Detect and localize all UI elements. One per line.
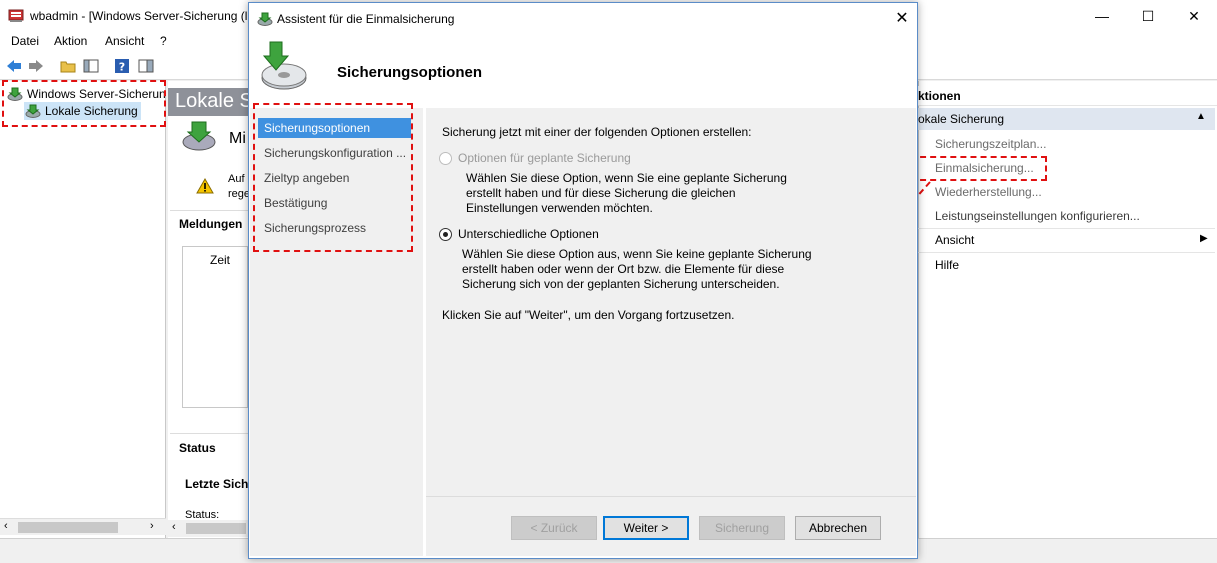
menu-help[interactable]: ?: [160, 34, 167, 48]
messages-list[interactable]: [182, 246, 248, 408]
show-tree-icon[interactable]: [82, 57, 100, 75]
action-wiederherstellung[interactable]: Wiederherstellung...: [918, 180, 1215, 204]
menu-datei[interactable]: Datei: [11, 34, 39, 48]
back-button[interactable]: < Zurück: [511, 516, 597, 540]
scroll-thumb[interactable]: [186, 523, 246, 534]
scroll-left-icon[interactable]: ‹: [172, 521, 176, 533]
action-hilfe[interactable]: Hilfe: [918, 253, 1215, 277]
option-different-label[interactable]: Unterschiedliche Optionen: [458, 226, 599, 242]
option-scheduled-desc-3: Einstellungen verwenden möchten.: [466, 201, 653, 215]
action-divider: [918, 228, 1215, 229]
backup-drive-icon: [256, 40, 310, 94]
svg-text:?: ?: [119, 61, 125, 74]
time-column-header[interactable]: Zeit: [210, 253, 230, 267]
collapse-icon[interactable]: ▲: [1196, 111, 1206, 122]
backup-large-icon: [181, 120, 217, 155]
back-arrow-icon[interactable]: [5, 57, 23, 75]
highlight-wizard-nav: [253, 103, 413, 252]
backup-button[interactable]: Sicherung: [699, 516, 785, 540]
close-button[interactable]: ✕: [1171, 0, 1217, 32]
continue-hint: Klicken Sie auf "Weiter", um den Vorgang…: [442, 308, 735, 322]
option-scheduled-desc-1: Wählen Sie diese Option, wenn Sie eine g…: [466, 171, 787, 185]
scroll-left-icon[interactable]: ‹: [4, 520, 8, 532]
main-window-title: wbadmin - [Windows Server-Sicherung (l: [30, 9, 248, 23]
warning-text-1: Auf: [228, 173, 245, 185]
actions-header: ktionen: [918, 86, 1217, 106]
action-label: Leistungseinstellungen konfigurieren...: [935, 209, 1140, 223]
dialog-heading: Sicherungsoptionen: [337, 64, 483, 81]
submenu-arrow-icon: ▶: [1200, 233, 1208, 244]
center-horizontal-scrollbar[interactable]: ‹: [168, 520, 248, 537]
warning-text-2: rege: [228, 188, 251, 200]
menu-aktion[interactable]: Aktion: [54, 34, 87, 48]
center-mi-label: Mi: [229, 130, 246, 147]
last-backup-label: Letzte Sich: [185, 477, 249, 491]
minimize-button[interactable]: —: [1079, 0, 1125, 32]
action-label: Sicherungszeitplan...: [935, 137, 1047, 151]
action-label: Hilfe: [935, 258, 960, 272]
status-label: Status: [179, 441, 216, 455]
help-icon[interactable]: ?: [113, 57, 131, 75]
dialog-close-icon[interactable]: ✕: [884, 5, 920, 31]
option-different-desc-3: Sicherung sich von der geplanten Sicheru…: [462, 277, 780, 291]
menu-ansicht[interactable]: Ansicht: [105, 34, 144, 48]
highlight-tree: [2, 80, 166, 127]
tree-horizontal-scrollbar[interactable]: ‹ ›: [0, 518, 166, 535]
next-button[interactable]: Weiter >: [603, 516, 689, 540]
action-divider: [918, 252, 1215, 253]
option-scheduled-desc-2: erstellt haben und für diese Sicherung d…: [466, 186, 736, 200]
option-scheduled-radio[interactable]: [439, 152, 452, 165]
action-pane-icon[interactable]: [137, 57, 155, 75]
warning-icon: [196, 177, 214, 197]
option-scheduled-label[interactable]: Optionen für geplante Sicherung: [458, 150, 631, 166]
dialog-title: Assistent für die Einmalsicherung: [277, 12, 455, 26]
messages-label: Meldungen: [179, 217, 243, 231]
action-label: Wiederherstellung...: [935, 185, 1042, 199]
folder-up-icon[interactable]: [59, 57, 77, 75]
wizard-content-pane: [426, 108, 916, 496]
console-tree-pane: [0, 81, 166, 538]
actions-section-lokale-sicherung[interactable]: okale Sicherung ▲: [918, 108, 1215, 130]
intro-text: Sicherung jetzt mit einer der folgenden …: [442, 125, 752, 139]
forward-arrow-icon[interactable]: [27, 57, 45, 75]
center-header-title: Lokale Si: [168, 88, 248, 116]
action-ansicht[interactable]: Ansicht ▶: [918, 228, 1215, 252]
wizard-title-icon: [257, 11, 273, 27]
wbadmin-app-icon: [8, 8, 24, 24]
cancel-button[interactable]: Abbrechen: [795, 516, 881, 540]
actions-section-label: okale Sicherung: [918, 112, 1005, 126]
option-different-desc-1: Wählen Sie diese Option aus, wenn Sie ke…: [462, 247, 812, 261]
option-different-desc-2: erstellt haben oder wenn der Ort bzw. di…: [462, 262, 785, 276]
action-leistungseinstellungen[interactable]: Leistungseinstellungen konfigurieren...: [918, 204, 1215, 228]
scroll-right-icon[interactable]: ›: [150, 520, 154, 532]
maximize-button[interactable]: ☐: [1125, 0, 1171, 32]
action-sicherungszeitplan[interactable]: Sicherungszeitplan...: [918, 132, 1215, 156]
option-different-radio[interactable]: [439, 228, 452, 241]
scroll-thumb[interactable]: [18, 522, 118, 533]
